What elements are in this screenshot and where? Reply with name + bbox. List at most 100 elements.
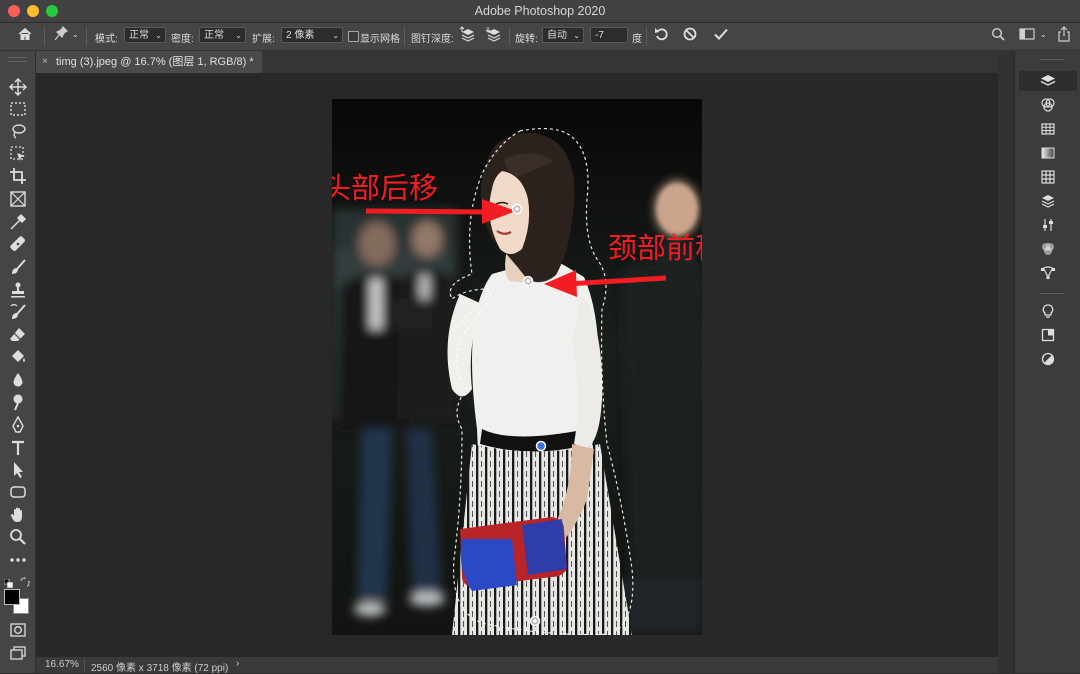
workspace-chevron-icon[interactable]: ⌄ bbox=[1040, 30, 1047, 39]
blur-tool-icon[interactable] bbox=[4, 371, 31, 390]
learn-panel-icon[interactable] bbox=[1019, 301, 1077, 321]
pin-icon[interactable] bbox=[52, 26, 70, 47]
chevron-down-icon: ⌄ bbox=[573, 31, 580, 40]
workspace-icon[interactable] bbox=[1016, 26, 1038, 46]
healing-brush-tool-icon[interactable] bbox=[4, 235, 31, 254]
mode-value: 正常 bbox=[129, 30, 149, 41]
frame-tool-icon[interactable] bbox=[4, 190, 31, 209]
options-bar: ⌄ 模式: 正常 ⌄ 密度: 正常 ⌄ 扩展: 2 像素 ⌄ 显示网格 图钉深度: 旋… bbox=[0, 23, 1080, 51]
lasso-tool-icon[interactable] bbox=[4, 122, 31, 141]
search-icon[interactable] bbox=[988, 26, 1008, 46]
foreground-color-swatch[interactable] bbox=[4, 589, 20, 605]
rotate-angle-input[interactable]: -7 bbox=[590, 27, 628, 43]
tools-panel bbox=[0, 51, 36, 673]
rotate-unit-label: 度 bbox=[632, 34, 642, 45]
expansion-label: 扩展: bbox=[252, 34, 275, 45]
paint-bucket-tool-icon[interactable] bbox=[4, 348, 31, 367]
expansion-input[interactable]: 2 像素 ⌄ bbox=[281, 27, 343, 43]
tool-preset-chevron-icon[interactable]: ⌄ bbox=[72, 30, 79, 39]
chevron-down-icon: ⌄ bbox=[155, 31, 162, 40]
status-menu-arrow-icon[interactable]: › bbox=[236, 658, 239, 669]
document-tab[interactable]: × timg (3).jpeg @ 16.7% (图层 1, RGB/8) * bbox=[36, 51, 262, 73]
options-separator bbox=[404, 27, 405, 46]
gradients-panel-icon[interactable] bbox=[1019, 143, 1077, 163]
clone-stamp-tool-icon[interactable] bbox=[4, 281, 31, 300]
mode-select[interactable]: 正常 ⌄ bbox=[124, 27, 166, 43]
mode-label: 模式: bbox=[95, 34, 118, 45]
document-image[interactable]: 头部后移 颈部前移 bbox=[332, 99, 702, 635]
rotate-angle-value: -7 bbox=[595, 30, 604, 41]
dodge-tool-icon[interactable] bbox=[4, 393, 31, 412]
color-panel-icon[interactable] bbox=[1019, 239, 1077, 259]
swap-colors-icon[interactable] bbox=[20, 574, 30, 587]
rotate-mode-select[interactable]: 自动 ⌄ bbox=[542, 27, 584, 43]
chevron-down-icon: ⌄ bbox=[235, 31, 242, 40]
commit-check-icon[interactable] bbox=[710, 26, 732, 47]
crop-tool-icon[interactable] bbox=[4, 167, 31, 186]
density-select[interactable]: 正常 ⌄ bbox=[199, 27, 246, 43]
libraries-panel-icon[interactable] bbox=[1019, 191, 1077, 211]
share-icon[interactable] bbox=[1054, 26, 1074, 47]
hand-tool-icon[interactable] bbox=[4, 506, 31, 525]
channels-panel-icon[interactable] bbox=[1019, 95, 1077, 115]
pin-depth-label: 图钉深度: bbox=[411, 34, 454, 45]
show-mesh-label: 显示网格 bbox=[360, 34, 400, 45]
panel-grip[interactable] bbox=[1039, 293, 1065, 296]
eyedropper-tool-icon[interactable] bbox=[4, 213, 31, 232]
home-icon[interactable] bbox=[12, 26, 38, 47]
properties-panel-icon[interactable] bbox=[1019, 325, 1077, 345]
screen-mode-icon[interactable] bbox=[4, 645, 31, 664]
options-separator bbox=[646, 27, 647, 46]
swatches-panel-icon[interactable] bbox=[1019, 119, 1077, 139]
document-tab-title: timg (3).jpeg @ 16.7% (图层 1, RGB/8) * bbox=[56, 56, 254, 68]
rotate-mode-value: 自动 bbox=[547, 30, 567, 41]
shape-tool-icon[interactable] bbox=[4, 483, 31, 502]
density-label: 密度: bbox=[171, 34, 194, 45]
document-info: 2560 像素 x 3718 像素 (72 ppi) bbox=[91, 663, 229, 674]
density-value: 正常 bbox=[204, 30, 224, 41]
rotate-label: 旋转: bbox=[515, 34, 538, 45]
more-tools-icon[interactable] bbox=[4, 551, 31, 570]
marquee-tool-icon[interactable] bbox=[4, 100, 31, 119]
type-tool-icon[interactable] bbox=[4, 439, 31, 458]
status-bar: 16.67% 2560 像素 x 3718 像素 (72 ppi) › bbox=[36, 657, 998, 674]
panel-dock bbox=[1014, 51, 1080, 673]
panel-grip[interactable] bbox=[1039, 59, 1065, 62]
eraser-tool-icon[interactable] bbox=[4, 326, 31, 345]
photoshop-window: Adobe Photoshop 2020 ⌄ 模式: 正常 ⌄ 密度: 正常 ⌄ 扩… bbox=[0, 0, 1080, 674]
annotation-neck: 颈部前移 bbox=[608, 231, 702, 265]
cancel-icon[interactable] bbox=[680, 26, 700, 47]
options-separator bbox=[86, 27, 87, 46]
show-mesh-checkbox[interactable] bbox=[348, 31, 359, 42]
zoom-level[interactable]: 16.67% bbox=[45, 659, 79, 670]
layers-panel-icon[interactable] bbox=[1019, 71, 1077, 91]
pen-tool-icon[interactable] bbox=[4, 416, 31, 435]
adjustments-panel-icon[interactable] bbox=[1019, 215, 1077, 235]
status-separator bbox=[84, 659, 85, 671]
panel-grip[interactable] bbox=[8, 57, 27, 62]
panel-dock-gap bbox=[998, 51, 1014, 673]
object-select-tool-icon[interactable] bbox=[4, 145, 31, 164]
canvas-area[interactable]: 头部后移 颈部前移 bbox=[36, 73, 998, 657]
chevron-down-icon: ⌄ bbox=[332, 31, 339, 40]
undo-icon[interactable] bbox=[652, 26, 672, 47]
title-bar: Adobe Photoshop 2020 bbox=[0, 0, 1080, 23]
path-select-tool-icon[interactable] bbox=[4, 461, 31, 480]
annotation-head: 头部后移 bbox=[332, 171, 439, 205]
options-separator bbox=[44, 27, 45, 46]
brush-tool-icon[interactable] bbox=[4, 258, 31, 277]
zoom-tool-icon[interactable] bbox=[4, 528, 31, 547]
patterns-panel-icon[interactable] bbox=[1019, 167, 1077, 187]
pin-depth-up-icon[interactable] bbox=[458, 26, 478, 49]
paths-panel-icon[interactable] bbox=[1019, 263, 1077, 283]
history-brush-tool-icon[interactable] bbox=[4, 303, 31, 322]
window-title: Adobe Photoshop 2020 bbox=[474, 4, 606, 18]
adjustment-layer-icon[interactable] bbox=[1019, 349, 1077, 369]
close-tab-icon[interactable]: × bbox=[42, 51, 48, 73]
move-tool-icon[interactable] bbox=[4, 78, 31, 97]
document-tab-bar: × timg (3).jpeg @ 16.7% (图层 1, RGB/8) * bbox=[36, 51, 998, 73]
quick-mask-icon[interactable] bbox=[4, 622, 31, 641]
pin-depth-down-icon[interactable] bbox=[484, 26, 504, 49]
expansion-value: 2 像素 bbox=[286, 30, 315, 41]
default-colors-icon[interactable] bbox=[3, 575, 13, 588]
